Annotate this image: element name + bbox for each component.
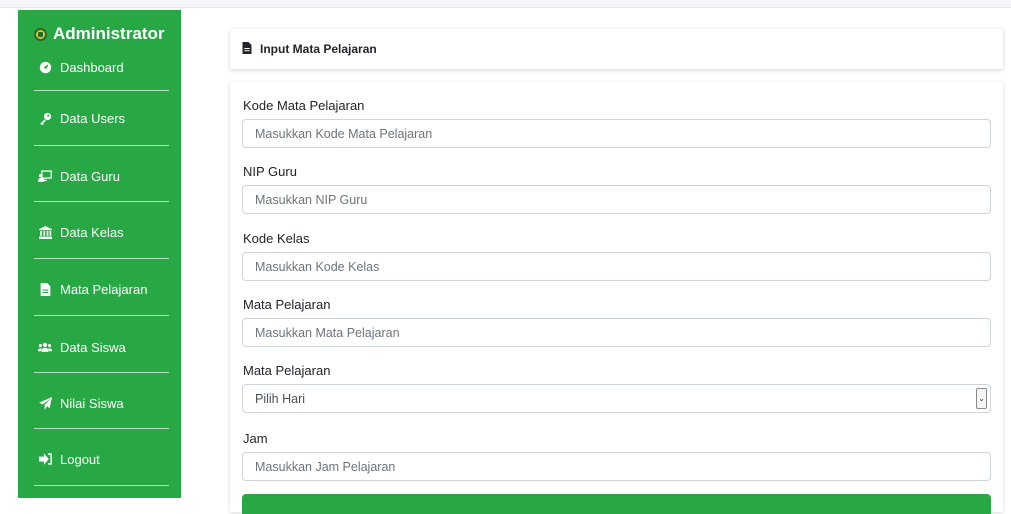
form-card: Kode Mata Pelajaran Masukkan Kode Mata P… <box>230 82 1003 514</box>
label-nip-guru: NIP Guru <box>243 164 297 179</box>
nip-guru-input[interactable]: Masukkan NIP Guru <box>242 185 991 214</box>
paper-plane-icon <box>38 396 52 410</box>
jam-input[interactable]: Masukkan Jam Pelajaran <box>242 452 991 481</box>
label-kode-kelas: Kode Kelas <box>243 231 310 246</box>
kode-kelas-input[interactable]: Masukkan Kode Kelas <box>242 252 991 281</box>
divider <box>34 258 169 259</box>
label-mata-pelajaran: Mata Pelajaran <box>243 297 331 312</box>
label-hari: Mata Pelajaran <box>243 363 331 378</box>
file-icon <box>38 282 52 296</box>
divider <box>34 201 169 202</box>
chevron-down-icon: ⌄ <box>976 388 987 409</box>
card-header: Input Mata Pelajaran <box>230 29 1003 69</box>
file-icon <box>242 41 252 57</box>
sidebar-item-data-kelas[interactable]: Data Kelas <box>18 217 181 247</box>
sidebar-item-logout[interactable]: Logout <box>18 444 181 474</box>
top-border <box>0 0 1011 8</box>
users-icon <box>38 340 52 354</box>
sidebar: Administrator Dashboard Data Users Data … <box>18 10 181 498</box>
kode-mapel-input[interactable]: Masukkan Kode Mata Pelajaran <box>242 119 991 148</box>
brand[interactable]: Administrator <box>34 24 164 44</box>
sidebar-item-nilai-siswa[interactable]: Nilai Siswa <box>18 388 181 418</box>
divider <box>34 145 169 146</box>
sidebar-item-data-siswa[interactable]: Data Siswa <box>18 332 181 362</box>
logo-icon <box>34 27 47 41</box>
key-icon <box>38 111 52 125</box>
page-title: Input Mata Pelajaran <box>260 42 377 56</box>
brand-label: Administrator <box>53 24 165 43</box>
label-jam: Jam <box>243 431 268 446</box>
divider <box>34 485 169 486</box>
sidebar-item-data-users[interactable]: Data Users <box>18 103 181 133</box>
sign-out-icon <box>38 452 52 466</box>
divider <box>34 372 169 373</box>
sidebar-item-dashboard[interactable]: Dashboard <box>18 52 181 82</box>
chalkboard-teacher-icon <box>38 169 52 183</box>
university-icon <box>38 225 52 239</box>
mata-pelajaran-input[interactable]: Masukkan Mata Pelajaran <box>242 318 991 347</box>
sidebar-item-mata-pelajaran[interactable]: Mata Pelajaran <box>18 274 181 304</box>
label-kode-mapel: Kode Mata Pelajaran <box>243 98 365 113</box>
submit-button[interactable] <box>242 494 991 514</box>
divider <box>34 90 169 91</box>
divider <box>34 428 169 429</box>
divider <box>34 315 169 316</box>
hari-select[interactable]: Pilih Hari ⌄ <box>242 384 991 413</box>
tachometer-icon <box>38 60 52 74</box>
sidebar-item-data-guru[interactable]: Data Guru <box>18 161 181 191</box>
